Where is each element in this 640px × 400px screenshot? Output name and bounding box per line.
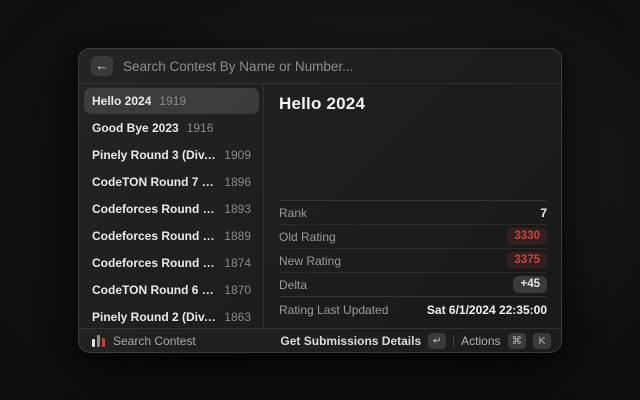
action-bar-right: Get Submissions Details ↵ Actions ⌘ K bbox=[280, 333, 551, 349]
command-key-icon: ⌘ bbox=[508, 333, 527, 349]
meta-row-new-rating: New Rating 3375 bbox=[279, 248, 547, 272]
meta-label: Old Rating bbox=[279, 230, 336, 244]
contest-number: 1874 bbox=[224, 256, 251, 270]
meta-label: Rating Last Updated bbox=[279, 303, 388, 317]
contest-name: CodeTON Round 6 (Div. 1 + Di… bbox=[92, 283, 216, 297]
contest-number: 1893 bbox=[224, 202, 251, 216]
meta-value: 7 bbox=[540, 206, 547, 220]
actions-label: Actions bbox=[461, 334, 500, 348]
delta-badge: +45 bbox=[513, 276, 547, 293]
contest-number: 1916 bbox=[187, 121, 214, 135]
get-submissions-details-button[interactable]: Get Submissions Details ↵ bbox=[280, 333, 446, 349]
contest-number: 1909 bbox=[224, 148, 251, 162]
old-rating-badge: 3330 bbox=[507, 228, 547, 245]
meta-row-rating-last-updated: Rating Last Updated Sat 6/1/2024 22:35:0… bbox=[279, 296, 547, 322]
list-item-codeton-round-7[interactable]: CodeTON Round 7 (Div. 1 + Di… 1896 bbox=[84, 169, 259, 195]
list-item-codeforces-round-901[interactable]: Codeforces Round 901 (Div. 1) 1874 bbox=[84, 250, 259, 276]
meta-row-delta: Delta +45 bbox=[279, 272, 547, 296]
command-title: Search Contest bbox=[113, 334, 196, 348]
contest-name: Pinely Round 2 (Div. 1 + Div. 2) bbox=[92, 310, 216, 324]
contest-list: Hello 2024 1919 Good Bye 2023 1916 Pinel… bbox=[79, 84, 264, 328]
detail-panel: Hello 2024 Rank 7 Old Rating 3330 New Ra… bbox=[264, 84, 561, 328]
back-arrow-icon: ← bbox=[96, 56, 109, 76]
contest-number: 1863 bbox=[224, 310, 251, 324]
contest-name: Pinely Round 3 (Div. 1 + Div. 2) bbox=[92, 148, 216, 162]
back-button[interactable]: ← bbox=[91, 56, 113, 76]
list-item-hello-2024[interactable]: Hello 2024 1919 bbox=[84, 88, 259, 114]
meta-label: New Rating bbox=[279, 254, 341, 268]
return-key-icon: ↵ bbox=[428, 333, 446, 349]
contest-number: 1889 bbox=[224, 229, 251, 243]
list-item-codeforces-round-908[interactable]: Codeforces Round 908 (Div. 1) 1893 bbox=[84, 196, 259, 222]
search-input[interactable] bbox=[123, 59, 549, 74]
meta-row-rank: Rank 7 bbox=[279, 200, 547, 224]
list-item-pinely-round-3[interactable]: Pinely Round 3 (Div. 1 + Div. 2) 1909 bbox=[84, 142, 259, 168]
contest-number: 1870 bbox=[224, 283, 251, 297]
list-item-good-bye-2023[interactable]: Good Bye 2023 1916 bbox=[84, 115, 259, 141]
content-area: Hello 2024 1919 Good Bye 2023 1916 Pinel… bbox=[79, 84, 561, 328]
search-bar: ← bbox=[79, 49, 561, 84]
contest-name: CodeTON Round 7 (Div. 1 + Di… bbox=[92, 175, 216, 189]
codeforces-logo-icon bbox=[92, 335, 105, 347]
contest-number: 1896 bbox=[224, 175, 251, 189]
list-item-codeforces-round-906[interactable]: Codeforces Round 906 (Div. 1) 1889 bbox=[84, 223, 259, 249]
contest-name: Codeforces Round 908 (Div. 1) bbox=[92, 202, 216, 216]
detail-title: Hello 2024 bbox=[279, 94, 547, 114]
meta-label: Delta bbox=[279, 278, 307, 292]
list-item-pinely-round-2[interactable]: Pinely Round 2 (Div. 1 + Div. 2) 1863 bbox=[84, 304, 259, 330]
actions-menu-button[interactable]: Actions ⌘ K bbox=[461, 333, 551, 349]
contest-name: Codeforces Round 906 (Div. 1) bbox=[92, 229, 216, 243]
contest-number: 1919 bbox=[159, 94, 186, 108]
contest-name: Codeforces Round 901 (Div. 1) bbox=[92, 256, 216, 270]
metadata-list: Rank 7 Old Rating 3330 New Rating 3375 D… bbox=[279, 200, 547, 322]
action-bar: Search Contest Get Submissions Details ↵… bbox=[79, 328, 561, 352]
primary-action-label: Get Submissions Details bbox=[280, 334, 421, 348]
desktop-background: ← Hello 2024 1919 Good Bye 2023 1916 Pin… bbox=[0, 0, 640, 400]
k-key-icon: K bbox=[533, 333, 551, 349]
contest-name: Good Bye 2023 bbox=[92, 121, 179, 135]
rating-updated-value: Sat 6/1/2024 22:35:00 bbox=[427, 303, 547, 317]
meta-label: Rank bbox=[279, 206, 307, 220]
command-palette-window: ← Hello 2024 1919 Good Bye 2023 1916 Pin… bbox=[78, 48, 562, 353]
footer-divider bbox=[453, 335, 454, 347]
new-rating-badge: 3375 bbox=[507, 252, 547, 269]
list-item-codeton-round-6[interactable]: CodeTON Round 6 (Div. 1 + Di… 1870 bbox=[84, 277, 259, 303]
contest-name: Hello 2024 bbox=[92, 94, 151, 108]
detail-spacer bbox=[279, 114, 547, 200]
meta-row-old-rating: Old Rating 3330 bbox=[279, 224, 547, 248]
